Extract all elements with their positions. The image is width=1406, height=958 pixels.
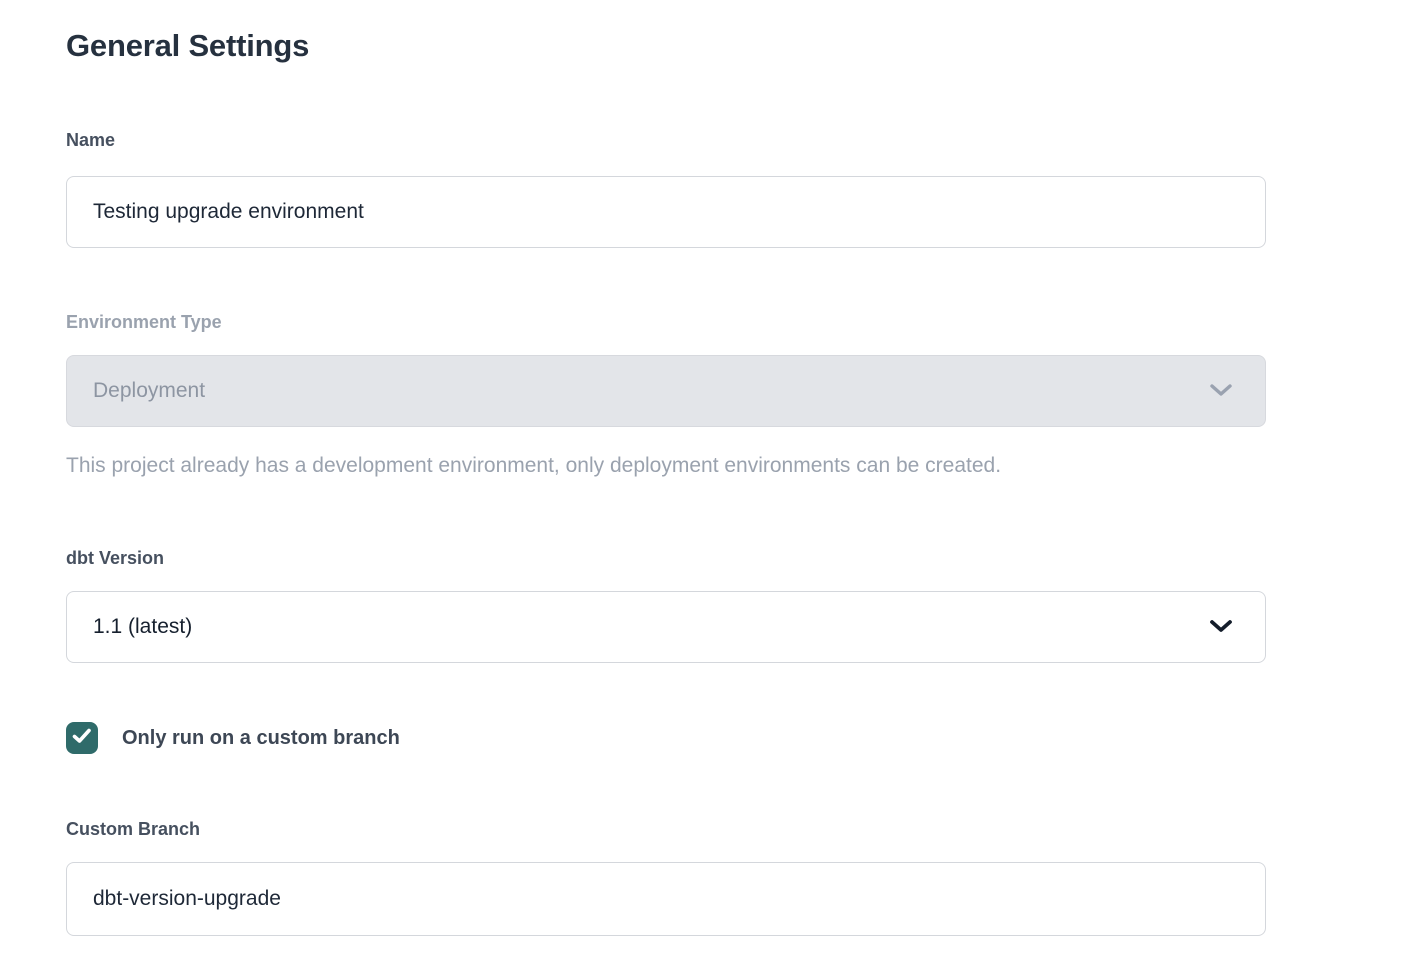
name-field-label: Name (66, 129, 1266, 151)
custom-branch-label: Custom Branch (66, 818, 1266, 840)
dbt-version-label: dbt Version (66, 547, 1266, 569)
page-title: General Settings (66, 24, 1266, 68)
environment-type-label: Environment Type (66, 311, 1266, 333)
environment-type-select: Deployment (66, 355, 1266, 427)
environment-type-helper-text: This project already has a development e… (66, 453, 1266, 479)
dbt-version-value: 1.1 (latest) (93, 615, 192, 639)
chevron-down-icon (1209, 379, 1233, 403)
general-settings-page: General Settings Name Environment Type D… (0, 0, 1406, 958)
custom-branch-checkbox[interactable] (66, 722, 98, 754)
name-input[interactable] (66, 176, 1266, 248)
environment-type-value: Deployment (93, 379, 205, 403)
settings-form: General Settings Name Environment Type D… (0, 0, 1266, 936)
dbt-version-select[interactable]: 1.1 (latest) (66, 591, 1266, 663)
checkmark-icon (72, 728, 92, 749)
chevron-down-icon (1209, 615, 1233, 639)
custom-branch-checkbox-label: Only run on a custom branch (122, 727, 400, 750)
custom-branch-input[interactable] (66, 862, 1266, 936)
custom-branch-checkbox-row: Only run on a custom branch (66, 722, 1266, 754)
